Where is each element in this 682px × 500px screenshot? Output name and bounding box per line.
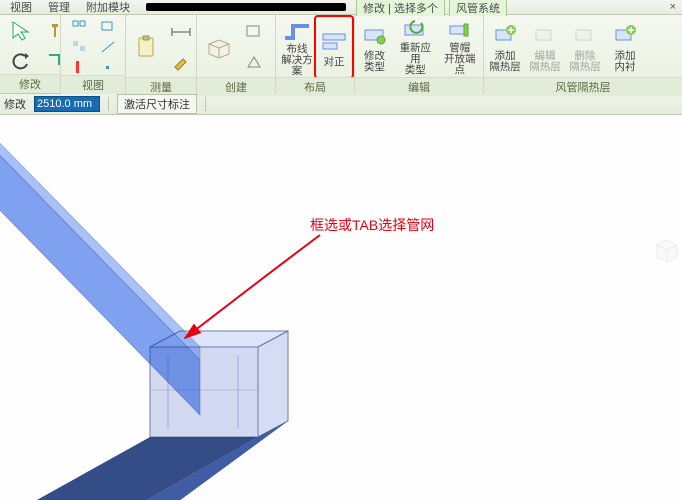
context-tab-ductsystem[interactable]: 风管系统 (449, 0, 507, 16)
cap-open-ends-button[interactable]: 管帽 开放端点 (439, 17, 481, 77)
panel-grid-tools: 视图 (61, 15, 126, 93)
box-icon (205, 33, 233, 61)
mini-tool-6[interactable] (95, 57, 121, 77)
panel-modify: 修改 (0, 15, 61, 93)
clipboard-icon (133, 33, 161, 61)
change-type-button[interactable]: 修改 类型 (357, 17, 392, 77)
undo-tool-button[interactable] (6, 48, 36, 74)
routing-icon (283, 18, 311, 42)
reapply-icon (401, 18, 429, 41)
mini-tool-5[interactable] (67, 57, 93, 77)
change-type-icon (361, 21, 389, 49)
duct-geometry (0, 115, 682, 500)
routing-label: 布线 解决方案 (279, 44, 315, 77)
brush-icon (171, 53, 191, 71)
reapply-label: 重新应用 类型 (395, 43, 435, 76)
modify-tool-button[interactable] (6, 18, 36, 44)
justify-icon (320, 27, 348, 55)
panel-title-edit: 编辑 (355, 77, 483, 96)
panel-title-insulation: 风管隔热层 (484, 77, 682, 96)
options-bar: 修改 激活尺寸标注 (0, 94, 682, 115)
menu-tab-addins[interactable]: 附加模块 (80, 0, 136, 15)
add-lining-icon (611, 21, 639, 49)
mini-tool-1[interactable] (67, 17, 93, 37)
menu-strip: 视图 管理 附加模块 修改 | 选择多个 风管系统 × (0, 0, 682, 15)
edit-insulation-icon (531, 21, 559, 49)
justify-button[interactable]: 对正 (316, 17, 352, 77)
panel-edit: 修改 类型 重新应用 类型 管帽 开放端点 编辑 (355, 15, 484, 93)
panel-layout: 布线 解决方案 对正 布局 (276, 15, 355, 93)
menu-tab-view[interactable]: 视图 (4, 0, 38, 15)
measure-tool-button[interactable] (166, 19, 196, 45)
add-insulation-icon (491, 21, 519, 49)
options-label: 修改 (4, 96, 26, 112)
panel-title-view: 视图 (61, 75, 125, 94)
remove-insulation-icon (571, 21, 599, 49)
activate-dimensions-button[interactable]: 激活尺寸标注 (117, 94, 197, 114)
panel-insulation: 添加 隔热层 编辑 隔热层 删除 隔热层 添加 内衬 风管隔热 (484, 15, 682, 93)
ribbon: 修改 视图 (0, 15, 682, 94)
create-mini-2[interactable] (239, 49, 269, 75)
add-lining-label: 添加 内衬 (615, 51, 636, 73)
add-insulation-label: 添加 隔热层 (489, 51, 521, 73)
change-type-label: 修改 类型 (364, 51, 385, 73)
close-icon[interactable]: × (670, 1, 676, 13)
panel-create: 创建 (197, 15, 276, 93)
panel-title-layout: 布局 (276, 77, 354, 96)
panel-title-modify: 修改 (0, 74, 60, 93)
options-separator-1 (108, 97, 109, 111)
edit-insulation-button[interactable]: 编辑 隔热层 (526, 17, 564, 77)
create-mini-1[interactable] (239, 19, 269, 45)
mini-tool-3[interactable] (67, 37, 93, 57)
cap-ends-label: 管帽 开放端点 (440, 43, 480, 76)
paste-button[interactable] (132, 17, 162, 77)
mini-tool-2[interactable] (95, 17, 121, 37)
undo-icon (11, 52, 31, 70)
justify-label: 对正 (323, 57, 344, 68)
cap-ends-icon (446, 18, 474, 41)
options-separator-2 (205, 97, 206, 111)
dimension-icon (170, 22, 192, 42)
dimension-value-input[interactable] (34, 96, 100, 112)
cursor-icon (10, 20, 32, 42)
add-insulation-button[interactable]: 添加 隔热层 (486, 17, 524, 77)
create-box-button[interactable] (203, 17, 235, 77)
panel-measure: 测量 (126, 15, 197, 93)
remove-insulation-label: 删除 隔热层 (569, 51, 601, 73)
routing-solutions-button[interactable]: 布线 解决方案 (278, 17, 316, 77)
redacted-block (146, 3, 346, 11)
context-tab-modify[interactable]: 修改 | 选择多个 (356, 0, 445, 16)
viewcube-icon[interactable] (652, 235, 682, 265)
add-lining-button[interactable]: 添加 内衬 (606, 17, 644, 77)
viewport-3d[interactable]: 框选或TAB选择管网 (0, 115, 682, 500)
edit-insulation-label: 编辑 隔热层 (529, 51, 561, 73)
paint-tool-button[interactable] (166, 49, 196, 75)
remove-insulation-button[interactable]: 删除 隔热层 (566, 17, 604, 77)
reapply-type-button[interactable]: 重新应用 类型 (394, 17, 436, 77)
annotation-text: 框选或TAB选择管网 (310, 215, 434, 235)
panel-title-create: 创建 (197, 77, 275, 96)
mini-tool-4[interactable] (95, 37, 121, 57)
menu-tab-manage[interactable]: 管理 (42, 0, 76, 15)
